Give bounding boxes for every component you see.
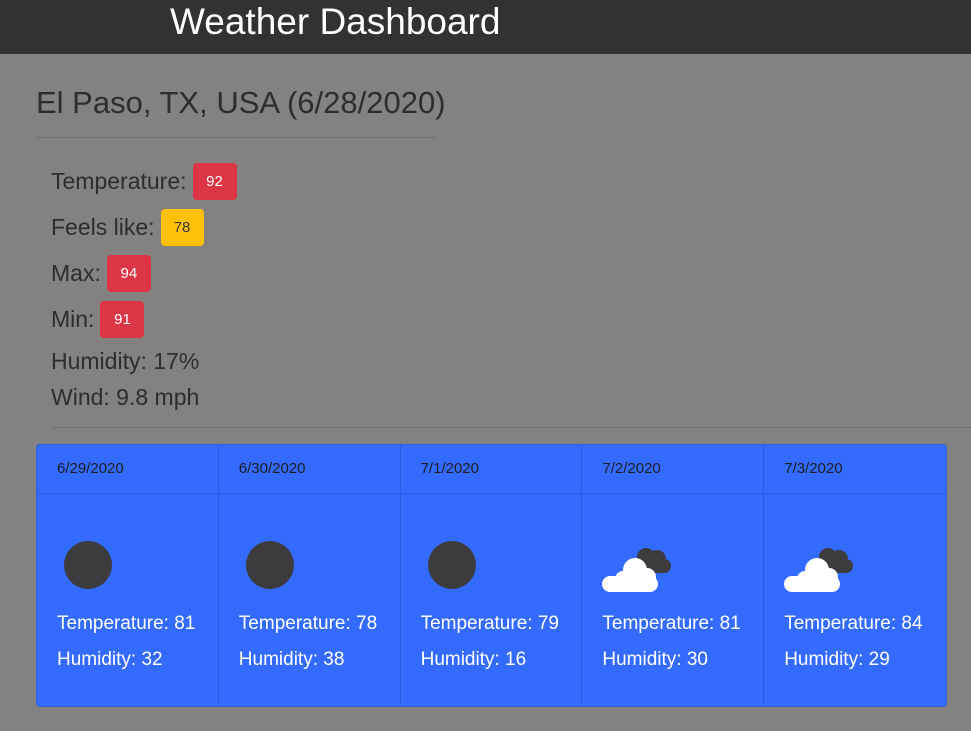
forecast-card: 7/3/2020 Temperature: 84 Humidity: 29 [764, 445, 946, 706]
forecast-date: 7/3/2020 [764, 445, 946, 494]
wind-text: Wind: 9.8 mph [51, 384, 200, 410]
city-title: El Paso, TX, USA (6/28/2020) [36, 85, 446, 120]
divider [51, 427, 971, 428]
max-badge: 94 [106, 254, 151, 292]
forecast-humidity: Humidity: 29 [784, 649, 890, 670]
forecast-card: 7/1/2020 Temperature: 79 Humidity: 16 [400, 445, 583, 706]
temperature-badge: 92 [192, 162, 237, 200]
forecast-temperature: Temperature: 79 [420, 613, 559, 634]
forecast-humidity: Humidity: 38 [238, 649, 345, 670]
max-row: Max: 94 [51, 254, 151, 292]
forecast-humidity: Humidity: 30 [602, 649, 708, 670]
forecast-temperature: Temperature: 84 [784, 613, 923, 634]
forecast-card: 6/29/2020 Temperature: 81 Humidity: 32 [37, 445, 219, 706]
temperature-row: Temperature: 92 [51, 162, 237, 200]
min-row: Min: 91 [51, 300, 145, 338]
forecast-temperature: Temperature: 81 [57, 613, 196, 634]
forecast-card: 7/2/2020 Temperature: 81 Humidity: 30 [582, 445, 765, 706]
forecast-humidity: Humidity: 32 [57, 649, 163, 670]
forecast-humidity: Humidity: 16 [420, 649, 527, 670]
temperature-label: Temperature: [51, 168, 187, 194]
humidity-text: Humidity: 17% [51, 348, 200, 374]
app-title: Weather Dashboard [170, 1, 501, 42]
feels-like-row: Feels like: 78 [51, 208, 204, 246]
forecast-temperature: Temperature: 78 [238, 613, 378, 634]
top-navbar: Weather Dashboard [0, 0, 971, 54]
max-label: Max: [51, 260, 101, 286]
feels-like-badge: 78 [160, 208, 204, 246]
clear-night-icon [64, 541, 112, 589]
forecast-card: 6/30/2020 Temperature: 78 Humidity: 38 [218, 445, 401, 706]
feels-like-label: Feels like: [51, 214, 155, 240]
forecast-temperature: Temperature: 81 [602, 613, 741, 634]
forecast-date: 7/1/2020 [400, 445, 582, 494]
clear-night-icon [427, 541, 476, 589]
broken-clouds-icon [784, 548, 854, 592]
forecast-date: 6/29/2020 [37, 445, 218, 494]
broken-clouds-icon [602, 548, 672, 592]
min-label: Min: [51, 306, 95, 332]
divider [36, 137, 436, 138]
forecast-group: 6/29/2020 Temperature: 81 Humidity: 32 6… [36, 444, 947, 707]
clear-night-icon [245, 541, 294, 589]
forecast-date: 6/30/2020 [218, 445, 400, 494]
min-badge: 91 [100, 300, 145, 338]
forecast-date: 7/2/2020 [582, 445, 764, 494]
